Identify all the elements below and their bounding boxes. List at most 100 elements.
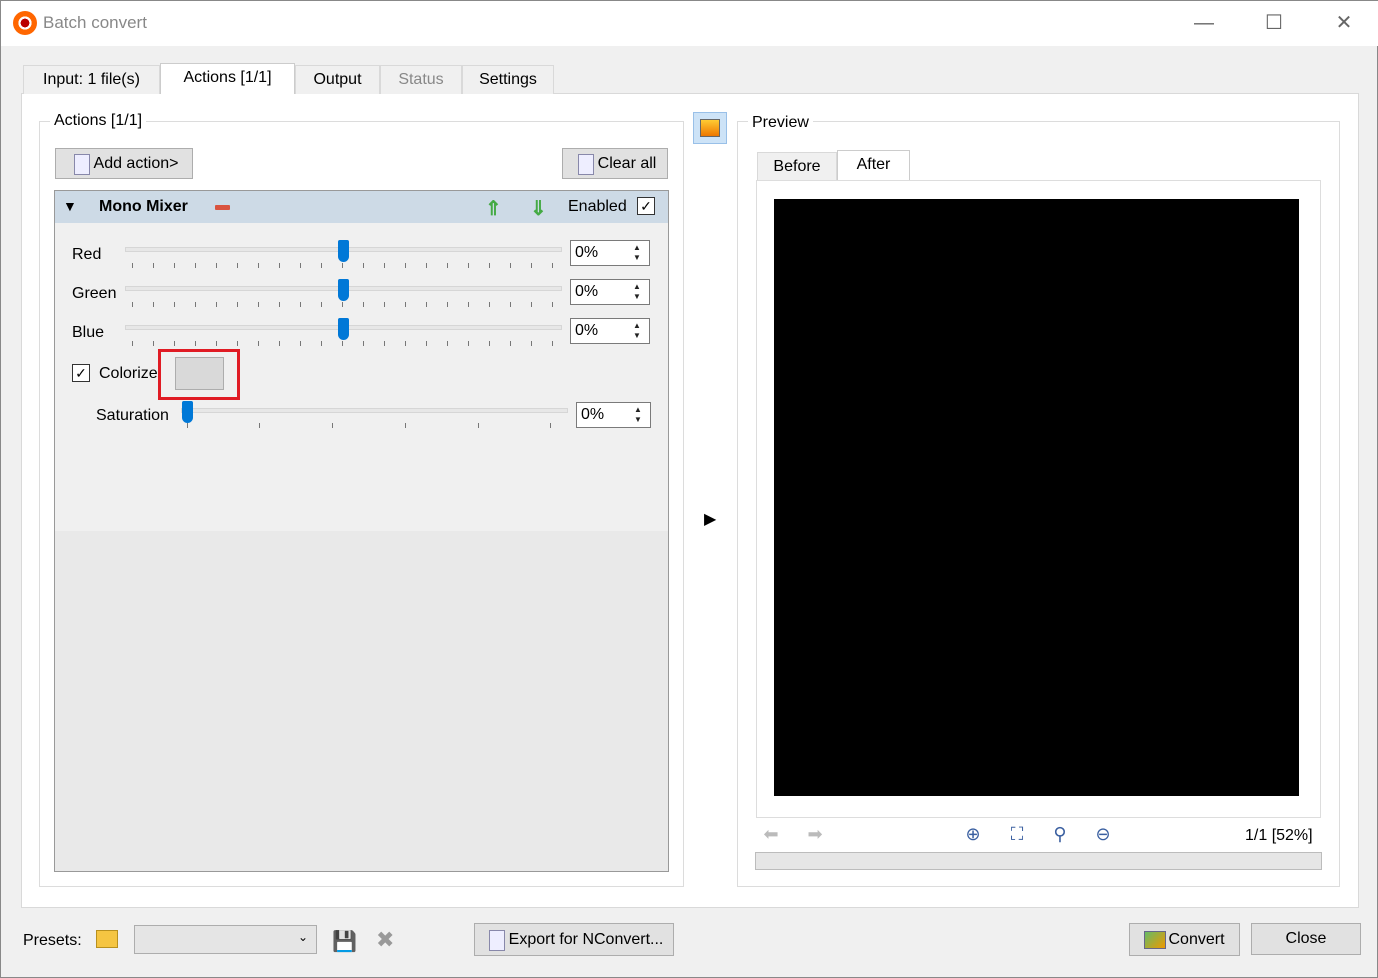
preview-image[interactable] xyxy=(774,199,1299,796)
close-window-button[interactable]: ✕ xyxy=(1329,9,1359,37)
green-slider-thumb[interactable] xyxy=(338,279,349,301)
spin-arrows-icon[interactable]: ▲ ▼ xyxy=(629,405,647,425)
tab-input[interactable]: Input: 1 file(s) xyxy=(23,65,160,94)
add-action-button[interactable]: Add action> xyxy=(55,148,193,179)
add-document-icon xyxy=(70,153,92,175)
slider-tick xyxy=(279,263,280,268)
collapse-triangle-icon[interactable]: ▼ xyxy=(63,198,77,214)
close-button[interactable]: Close xyxy=(1251,923,1361,955)
slider-label-blue: Blue xyxy=(72,324,105,341)
spin-value: 0% xyxy=(575,283,599,300)
saturation-slider-thumb[interactable] xyxy=(182,401,193,423)
slider-tick xyxy=(384,341,385,346)
expand-arrow-icon[interactable]: ▶ xyxy=(704,509,716,529)
minimize-button[interactable]: — xyxy=(1189,9,1219,37)
green-spinbox[interactable]: 0% ▲ ▼ xyxy=(570,279,650,305)
open-folder-icon[interactable] xyxy=(96,930,118,948)
progress-bar xyxy=(755,852,1322,870)
presets-label: Presets: xyxy=(23,932,82,949)
saturation-label: Saturation xyxy=(96,407,169,424)
tab-output[interactable]: Output xyxy=(295,65,380,94)
export-nconvert-button[interactable]: Export for NConvert... xyxy=(474,923,674,956)
tab-status[interactable]: Status xyxy=(380,65,462,94)
move-up-icon[interactable]: ⇑ xyxy=(485,196,502,221)
colorize-label: Colorize xyxy=(99,365,158,382)
slider-tick xyxy=(405,341,406,346)
zoom-in-icon[interactable]: ⊕ xyxy=(961,824,985,848)
slider-tick xyxy=(552,302,553,307)
saturation-spinbox[interactable]: 0% ▲ ▼ xyxy=(576,402,651,428)
tab-actions[interactable]: Actions [1/1] xyxy=(160,63,295,94)
slider-tick xyxy=(426,263,427,268)
slider-tick xyxy=(279,302,280,307)
slider-tick xyxy=(174,302,175,307)
slider-tick xyxy=(468,302,469,307)
saturation-value: 0% xyxy=(581,406,605,423)
convert-label: Convert xyxy=(1168,930,1225,948)
slider-tick xyxy=(342,302,343,307)
convert-icon xyxy=(1144,930,1167,949)
blue-slider-thumb[interactable] xyxy=(338,318,349,340)
preview-group-title: Preview xyxy=(748,114,813,132)
fit-to-window-icon[interactable]: ⛶ xyxy=(1005,824,1029,848)
saturation-tick xyxy=(187,423,188,428)
slider-tick xyxy=(363,302,364,307)
slider-tick xyxy=(279,341,280,346)
enabled-label: Enabled xyxy=(568,198,627,215)
remove-action-icon[interactable] xyxy=(215,205,230,210)
slider-tick xyxy=(216,263,217,268)
slider-tick xyxy=(237,341,238,346)
colorize-checkbox[interactable]: ✓ xyxy=(72,364,90,382)
slider-tick xyxy=(384,263,385,268)
red-slider-thumb[interactable] xyxy=(338,240,349,262)
slider-tick xyxy=(447,263,448,268)
zoom-out-icon[interactable]: ⊖ xyxy=(1091,824,1115,848)
blue-spinbox[interactable]: 0% ▲ ▼ xyxy=(570,318,650,344)
app-logo-icon xyxy=(13,11,37,35)
tab-after[interactable]: After xyxy=(837,150,910,181)
add-action-label: Add action> xyxy=(93,154,179,172)
slider-tick xyxy=(132,341,133,346)
slider-tick xyxy=(258,263,259,268)
slider-tick xyxy=(531,263,532,268)
move-down-icon[interactable]: ⇓ xyxy=(530,196,547,221)
tab-before[interactable]: Before xyxy=(757,152,837,181)
previous-arrow-icon[interactable]: ⬅ xyxy=(759,824,783,848)
saturation-tick xyxy=(550,423,551,428)
red-spinbox[interactable]: 0% ▲ ▼ xyxy=(570,240,650,266)
delete-icon[interactable]: ✖ xyxy=(376,927,394,953)
spin-arrows-icon[interactable]: ▲ ▼ xyxy=(628,282,646,302)
spin-value: 0% xyxy=(575,244,599,261)
slider-tick xyxy=(363,341,364,346)
slider-tick xyxy=(384,302,385,307)
saturation-slider-track[interactable] xyxy=(181,408,568,413)
slider-tick xyxy=(216,341,217,346)
clear-all-label: Clear all xyxy=(597,154,657,172)
colorize-color-button[interactable] xyxy=(175,357,224,390)
slider-tick xyxy=(174,341,175,346)
tab-settings[interactable]: Settings xyxy=(462,65,554,94)
action-panel: ▼ Mono Mixer ⇑ ⇓ Enabled ✓ Red 0% ▲ ▼ Green 0… xyxy=(54,190,669,872)
slider-tick xyxy=(510,263,511,268)
zoom-actual-icon[interactable]: ⚲ xyxy=(1048,824,1072,848)
enabled-checkbox[interactable]: ✓ xyxy=(637,197,655,215)
saturation-tick xyxy=(478,423,479,428)
presets-combobox[interactable]: ⌄ xyxy=(134,925,317,954)
spin-arrows-icon[interactable]: ▲ ▼ xyxy=(628,243,646,263)
slider-tick xyxy=(426,302,427,307)
clear-all-button[interactable]: Clear all xyxy=(562,148,668,179)
convert-button[interactable]: Convert xyxy=(1129,923,1240,956)
save-icon[interactable]: 💾 xyxy=(332,929,357,954)
slider-tick xyxy=(468,341,469,346)
maximize-button[interactable]: ☐ xyxy=(1259,9,1289,37)
next-arrow-icon[interactable]: ➡ xyxy=(803,824,827,848)
slider-tick xyxy=(321,263,322,268)
slider-tick xyxy=(531,302,532,307)
slider-tick xyxy=(510,341,511,346)
spin-arrows-icon[interactable]: ▲ ▼ xyxy=(628,321,646,341)
slider-tick xyxy=(153,263,154,268)
title-bar xyxy=(1,1,1378,46)
toggle-preview-button[interactable] xyxy=(693,112,727,144)
slider-tick xyxy=(405,263,406,268)
slider-tick xyxy=(342,341,343,346)
